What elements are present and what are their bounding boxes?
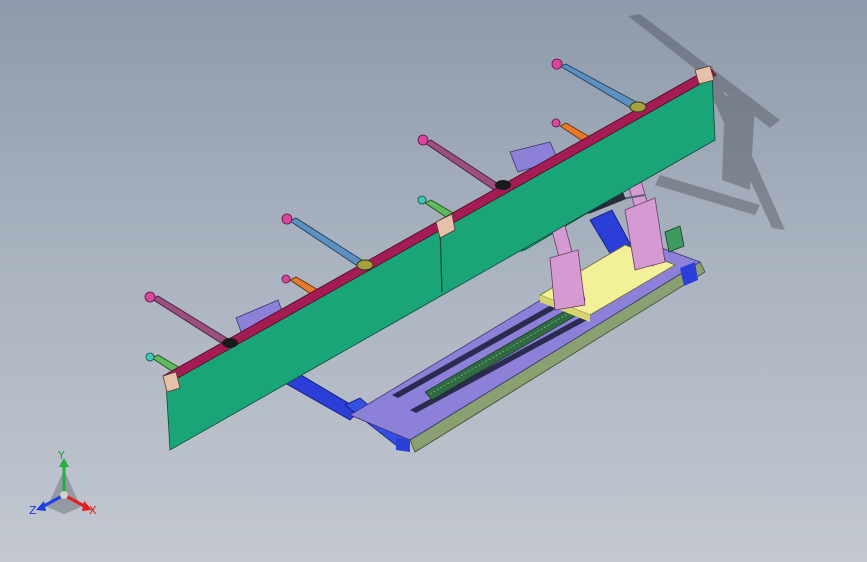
triad-y-label: Y [58,449,65,462]
triad-z-label: Z [29,504,37,517]
assembly-model[interactable] [0,0,867,562]
axis-triad [36,458,92,514]
motor [664,225,685,253]
triad-x-label: X [89,504,97,517]
cad-viewport[interactable]: Y X Z [0,0,867,562]
